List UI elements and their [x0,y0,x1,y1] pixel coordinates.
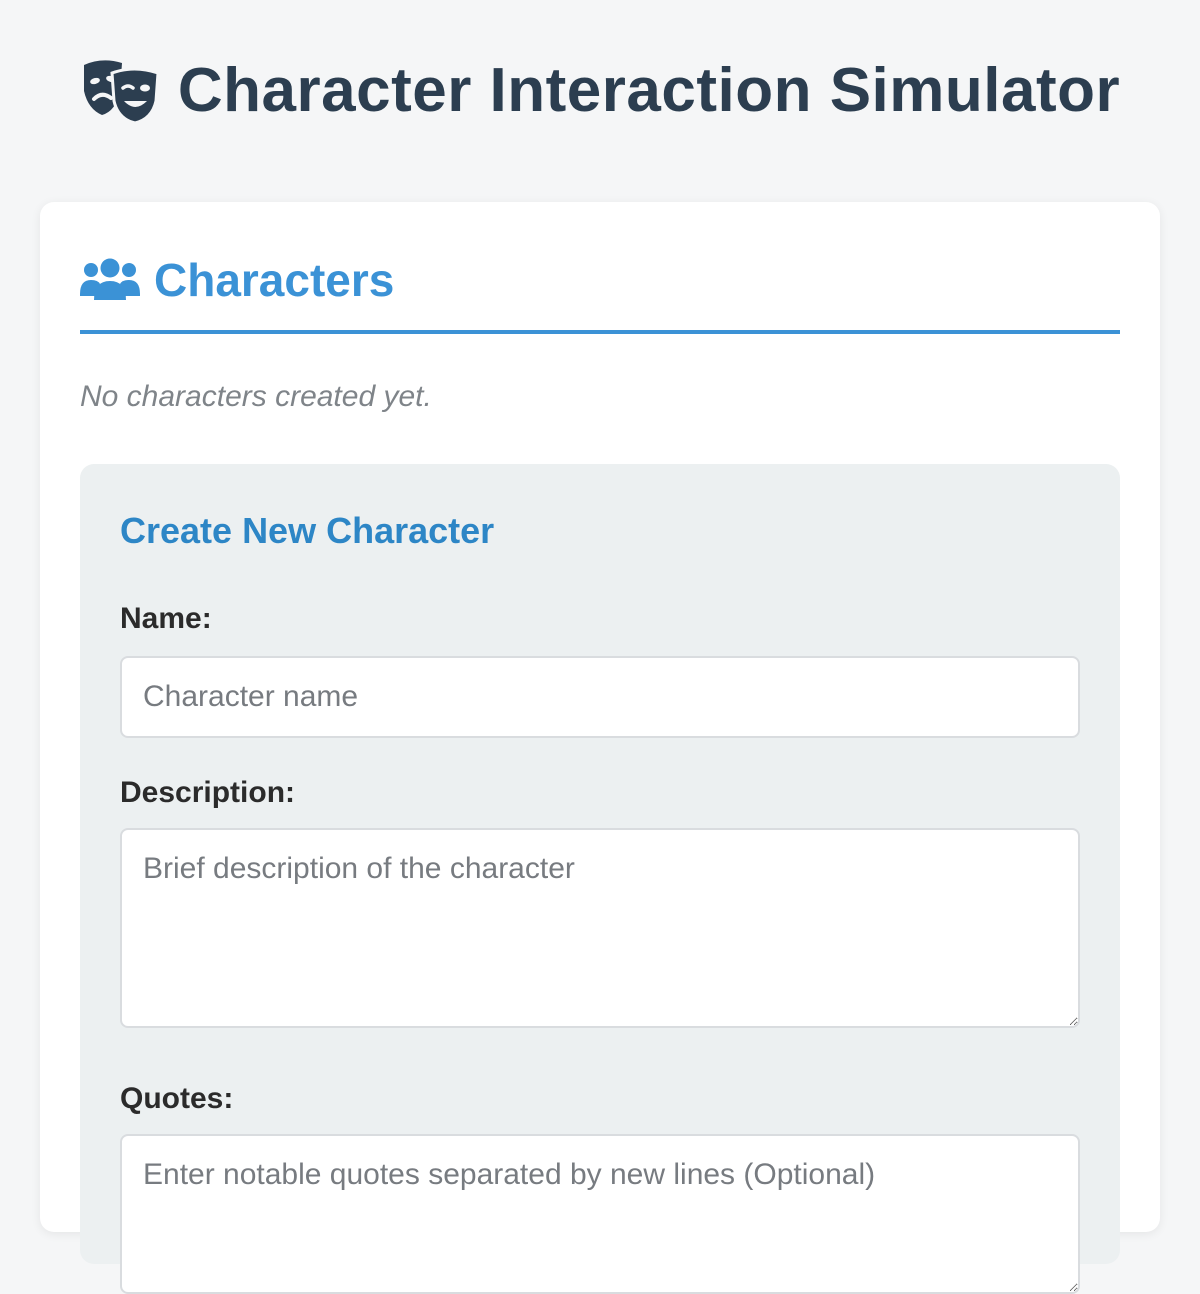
name-label: Name: [120,602,212,635]
theater-masks-icon [83,60,160,123]
character-description-textarea[interactable] [120,828,1080,1028]
character-name-input[interactable] [120,656,1080,738]
app-header: Character Interaction Simulator [0,52,1200,128]
users-icon [80,258,140,300]
characters-panel-header: Characters [80,254,1120,334]
create-character-form: Create New Character Name: Description: … [80,464,1120,1294]
character-quotes-textarea[interactable] [120,1134,1080,1294]
characters-heading: Characters [154,254,395,306]
empty-characters-message: No characters created yet. [80,380,432,413]
page-title: Character Interaction Simulator [177,55,1121,125]
characters-panel: Characters No characters created yet. Cr… [40,202,1160,1294]
quotes-label: Quotes: [120,1082,234,1115]
description-label: Description: [120,776,296,809]
create-character-heading: Create New Character [120,510,495,551]
